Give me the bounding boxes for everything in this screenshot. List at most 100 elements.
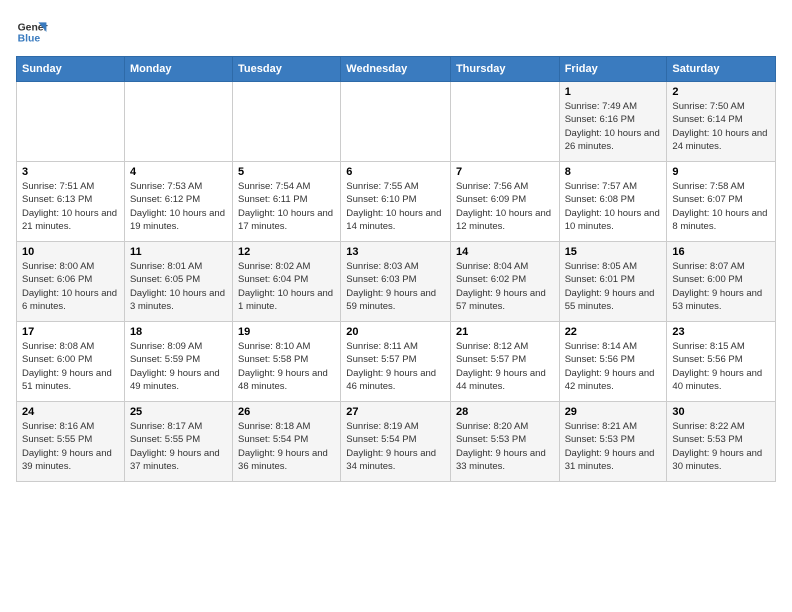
day-info: Sunrise: 8:15 AM Sunset: 5:56 PM Dayligh… <box>672 340 770 393</box>
day-info: Sunrise: 8:01 AM Sunset: 6:05 PM Dayligh… <box>130 260 227 313</box>
day-info: Sunrise: 8:14 AM Sunset: 5:56 PM Dayligh… <box>565 340 662 393</box>
day-number: 10 <box>22 246 119 258</box>
day-number: 4 <box>130 166 227 178</box>
week-row-4: 17Sunrise: 8:08 AM Sunset: 6:00 PM Dayli… <box>17 322 776 402</box>
day-cell <box>124 82 232 162</box>
day-cell: 11 Sunrise: 8:01 AM Sunset: 6:05 PM Dayli… <box>124 242 232 322</box>
day-info: Sunrise: 8:07 AM Sunset: 6:00 PM Dayligh… <box>672 260 770 313</box>
day-info: Sunrise: 8:11 AM Sunset: 5:57 PM Dayligh… <box>346 340 445 393</box>
day-number: 12 <box>238 246 335 258</box>
day-number: 29 <box>565 406 662 418</box>
day-info: Sunrise: 8:10 AM Sunset: 5:58 PM Dayligh… <box>238 340 335 393</box>
day-number: 17 <box>22 326 119 338</box>
day-number: 19 <box>238 326 335 338</box>
day-cell <box>17 82 125 162</box>
day-cell: 30Sunrise: 8:22 AM Sunset: 5:53 PM Dayli… <box>667 402 776 482</box>
day-info: Sunrise: 8:09 AM Sunset: 5:59 PM Dayligh… <box>130 340 227 393</box>
day-cell: 7Sunrise: 7:56 AM Sunset: 6:09 PM Daylig… <box>450 162 559 242</box>
weekday-header-wednesday: Wednesday <box>341 57 451 82</box>
day-number: 16 <box>672 246 770 258</box>
page-header: General Blue <box>16 16 776 48</box>
logo-icon: General Blue <box>16 16 48 48</box>
day-number: 30 <box>672 406 770 418</box>
weekday-header-row: SundayMondayTuesdayWednesdayThursdayFrid… <box>17 57 776 82</box>
day-info: Sunrise: 7:51 AM Sunset: 6:13 PM Dayligh… <box>22 180 119 233</box>
day-info: Sunrise: 8:17 AM Sunset: 5:55 PM Dayligh… <box>130 420 227 473</box>
day-cell: 22 Sunrise: 8:14 AM Sunset: 5:56 PM Dayli… <box>559 322 667 402</box>
weekday-header-saturday: Saturday <box>667 57 776 82</box>
day-cell: 16 Sunrise: 8:07 AM Sunset: 6:00 PM Dayli… <box>667 242 776 322</box>
day-number: 11 <box>130 246 227 258</box>
day-number: 5 <box>238 166 335 178</box>
day-number: 28 <box>456 406 554 418</box>
day-number: 3 <box>22 166 119 178</box>
day-number: 24 <box>22 406 119 418</box>
day-cell: 3 Sunrise: 7:51 AM Sunset: 6:13 PM Daylig… <box>17 162 125 242</box>
weekday-header-thursday: Thursday <box>450 57 559 82</box>
svg-text:Blue: Blue <box>18 34 41 45</box>
day-number: 23 <box>672 326 770 338</box>
day-number: 25 <box>130 406 227 418</box>
logo: General Blue <box>16 16 48 48</box>
day-cell: 4 Sunrise: 7:53 AM Sunset: 6:12 PM Daylig… <box>124 162 232 242</box>
week-row-5: 24Sunrise: 8:16 AM Sunset: 5:55 PM Dayli… <box>17 402 776 482</box>
day-info: Sunrise: 7:49 AM Sunset: 6:16 PM Dayligh… <box>565 100 662 153</box>
day-info: Sunrise: 8:18 AM Sunset: 5:54 PM Dayligh… <box>238 420 335 473</box>
day-info: Sunrise: 8:20 AM Sunset: 5:53 PM Dayligh… <box>456 420 554 473</box>
day-cell: 19 Sunrise: 8:10 AM Sunset: 5:58 PM Dayli… <box>233 322 341 402</box>
day-cell: 24Sunrise: 8:16 AM Sunset: 5:55 PM Dayli… <box>17 402 125 482</box>
day-number: 9 <box>672 166 770 178</box>
day-cell: 14 Sunrise: 8:04 AM Sunset: 6:02 PM Dayli… <box>450 242 559 322</box>
day-number: 6 <box>346 166 445 178</box>
day-cell: 2 Sunrise: 7:50 AM Sunset: 6:14 PM Daylig… <box>667 82 776 162</box>
day-number: 15 <box>565 246 662 258</box>
day-cell: 1 Sunrise: 7:49 AM Sunset: 6:16 PM Daylig… <box>559 82 667 162</box>
day-info: Sunrise: 8:05 AM Sunset: 6:01 PM Dayligh… <box>565 260 662 313</box>
day-info: Sunrise: 8:03 AM Sunset: 6:03 PM Dayligh… <box>346 260 445 313</box>
day-info: Sunrise: 8:00 AM Sunset: 6:06 PM Dayligh… <box>22 260 119 313</box>
day-info: Sunrise: 8:02 AM Sunset: 6:04 PM Dayligh… <box>238 260 335 313</box>
weekday-header-tuesday: Tuesday <box>233 57 341 82</box>
day-cell: 23 Sunrise: 8:15 AM Sunset: 5:56 PM Dayli… <box>667 322 776 402</box>
day-number: 20 <box>346 326 445 338</box>
day-info: Sunrise: 7:55 AM Sunset: 6:10 PM Dayligh… <box>346 180 445 233</box>
day-info: Sunrise: 7:54 AM Sunset: 6:11 PM Dayligh… <box>238 180 335 233</box>
day-info: Sunrise: 7:58 AM Sunset: 6:07 PM Dayligh… <box>672 180 770 233</box>
day-info: Sunrise: 8:12 AM Sunset: 5:57 PM Dayligh… <box>456 340 554 393</box>
day-number: 14 <box>456 246 554 258</box>
day-number: 8 <box>565 166 662 178</box>
day-cell: 26 Sunrise: 8:18 AM Sunset: 5:54 PM Dayli… <box>233 402 341 482</box>
week-row-2: 3 Sunrise: 7:51 AM Sunset: 6:13 PM Daylig… <box>17 162 776 242</box>
weekday-header-sunday: Sunday <box>17 57 125 82</box>
day-cell: 6 Sunrise: 7:55 AM Sunset: 6:10 PM Daylig… <box>341 162 451 242</box>
day-info: Sunrise: 7:56 AM Sunset: 6:09 PM Dayligh… <box>456 180 554 233</box>
day-cell: 8 Sunrise: 7:57 AM Sunset: 6:08 PM Daylig… <box>559 162 667 242</box>
day-number: 1 <box>565 86 662 98</box>
day-cell <box>233 82 341 162</box>
day-info: Sunrise: 8:19 AM Sunset: 5:54 PM Dayligh… <box>346 420 445 473</box>
weekday-header-monday: Monday <box>124 57 232 82</box>
day-cell: 25 Sunrise: 8:17 AM Sunset: 5:55 PM Dayli… <box>124 402 232 482</box>
day-info: Sunrise: 8:04 AM Sunset: 6:02 PM Dayligh… <box>456 260 554 313</box>
day-cell: 20 Sunrise: 8:11 AM Sunset: 5:57 PM Dayli… <box>341 322 451 402</box>
day-cell: 13Sunrise: 8:03 AM Sunset: 6:03 PM Dayli… <box>341 242 451 322</box>
day-cell <box>341 82 451 162</box>
day-cell: 29 Sunrise: 8:21 AM Sunset: 5:53 PM Dayli… <box>559 402 667 482</box>
day-number: 2 <box>672 86 770 98</box>
day-number: 21 <box>456 326 554 338</box>
day-cell: 27Sunrise: 8:19 AM Sunset: 5:54 PM Dayli… <box>341 402 451 482</box>
day-info: Sunrise: 7:50 AM Sunset: 6:14 PM Dayligh… <box>672 100 770 153</box>
day-number: 22 <box>565 326 662 338</box>
day-info: Sunrise: 7:57 AM Sunset: 6:08 PM Dayligh… <box>565 180 662 233</box>
day-cell: 5 Sunrise: 7:54 AM Sunset: 6:11 PM Daylig… <box>233 162 341 242</box>
day-cell: 10 Sunrise: 8:00 AM Sunset: 6:06 PM Dayli… <box>17 242 125 322</box>
day-info: Sunrise: 7:53 AM Sunset: 6:12 PM Dayligh… <box>130 180 227 233</box>
day-cell: 28 Sunrise: 8:20 AM Sunset: 5:53 PM Dayli… <box>450 402 559 482</box>
day-info: Sunrise: 8:21 AM Sunset: 5:53 PM Dayligh… <box>565 420 662 473</box>
day-cell: 17Sunrise: 8:08 AM Sunset: 6:00 PM Dayli… <box>17 322 125 402</box>
day-cell: 12 Sunrise: 8:02 AM Sunset: 6:04 PM Dayli… <box>233 242 341 322</box>
day-number: 26 <box>238 406 335 418</box>
day-cell: 15 Sunrise: 8:05 AM Sunset: 6:01 PM Dayli… <box>559 242 667 322</box>
weekday-header-friday: Friday <box>559 57 667 82</box>
week-row-1: 1 Sunrise: 7:49 AM Sunset: 6:16 PM Daylig… <box>17 82 776 162</box>
